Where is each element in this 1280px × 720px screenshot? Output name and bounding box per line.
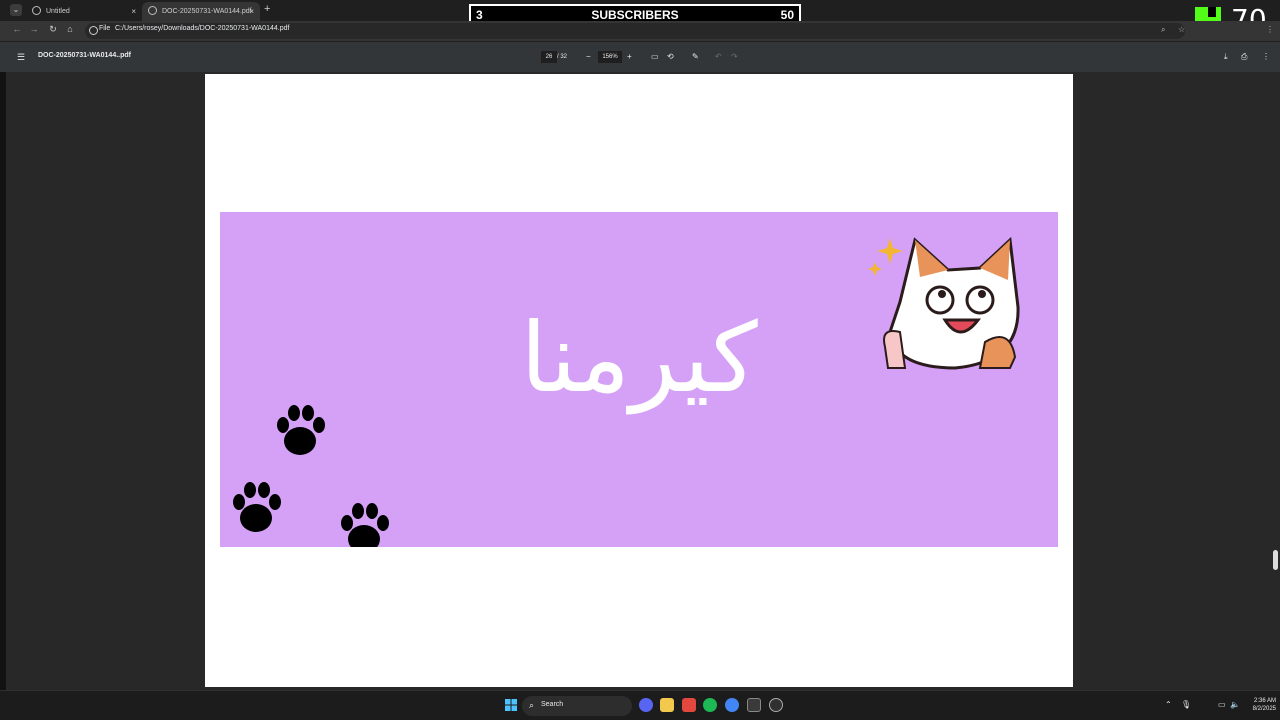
scrollbar-thumb[interactable] (1273, 550, 1278, 570)
chrome-icon[interactable] (725, 698, 739, 712)
redo-icon[interactable]: ↷ (731, 51, 738, 63)
fit-page-icon[interactable]: ▭ (651, 51, 659, 63)
obs-icon[interactable] (769, 698, 783, 712)
paw-print-icon (277, 405, 325, 455)
banner: كيرمنا (220, 212, 1058, 547)
paw-print-icon (341, 503, 389, 547)
menu-icon[interactable]: ☰ (17, 52, 25, 63)
tab-untitled[interactable]: Untitled × (26, 2, 142, 21)
close-icon[interactable]: × (131, 3, 136, 20)
back-icon[interactable]: ← (10, 24, 24, 34)
clock-time: 2:36 AM (1253, 698, 1276, 704)
taskbar-search[interactable]: ⌕ Search (522, 696, 632, 716)
system-clock[interactable]: 2:36 AM 8/2/2025 (1240, 697, 1276, 713)
globe-icon (148, 6, 157, 15)
taskbar: ⌕ Search ⌃ 🎙 ▭ 🔈 2:36 AM 8/2/2025 (0, 690, 1280, 720)
tab-pdf-document[interactable]: DOC-20250731-WA0144.pdf × (142, 2, 260, 21)
forward-icon[interactable]: → (27, 24, 41, 34)
tab-label: Untitled (46, 8, 70, 15)
download-icon[interactable]: ⤓ (1224, 51, 1228, 63)
page-number-input[interactable]: 26 (541, 51, 557, 63)
zoom-input[interactable]: 156% (598, 51, 622, 63)
volume-icon[interactable]: 🔈 (1230, 700, 1240, 709)
rotate-icon[interactable]: ⟲ (667, 51, 674, 63)
reload-icon[interactable]: ↻ (46, 24, 60, 35)
network-icon[interactable]: ▭ (1218, 700, 1226, 709)
cat-sticker-icon (868, 236, 1020, 370)
paw-print-icon (233, 482, 281, 532)
new-tab-button[interactable]: + (264, 3, 270, 15)
pdf-page: كيرمنا (205, 74, 1073, 687)
more-icon[interactable]: ⋮ (1266, 25, 1274, 34)
scheme-label: File (99, 25, 111, 32)
microphone-icon[interactable]: 🎙 (1181, 700, 1191, 709)
search-icon: ⌕ (529, 700, 535, 710)
undo-icon[interactable]: ↶ (715, 51, 722, 63)
subscriber-goal: 50 (780, 8, 794, 22)
browser-toolbar: ← → ↻ ⌂ File C:/Users/rosey/Downloads/DO… (0, 21, 1280, 41)
url-text[interactable]: C:/Users/rosey/Downloads/DOC-20250731-WA… (115, 25, 289, 32)
tab-search-chevron-icon[interactable]: ⌄ (10, 4, 22, 16)
more-icon[interactable]: ⋮ (1262, 51, 1270, 63)
page-total: / 32 (557, 54, 568, 60)
app-icon[interactable] (747, 698, 761, 712)
search-label: Search (541, 701, 564, 708)
spotify-icon[interactable] (703, 698, 717, 712)
star-icon[interactable]: ☆ (1178, 25, 1185, 34)
close-icon[interactable]: × (249, 3, 254, 20)
file-explorer-icon[interactable] (660, 698, 674, 712)
zoom-in-button[interactable]: + (627, 51, 632, 63)
tab-label: DOC-20250731-WA0144.pdf (162, 8, 252, 15)
viewer-left-edge (0, 72, 6, 690)
brave-icon[interactable] (682, 698, 696, 712)
home-icon[interactable]: ⌂ (63, 24, 77, 34)
print-icon[interactable]: ⎙ (1241, 51, 1247, 63)
globe-icon (32, 6, 41, 15)
tray-chevron-icon[interactable]: ⌃ (1165, 700, 1172, 709)
pdf-toolbar: ☰ DOC-20250731-WA0144..pdf 26 / 32 − 156… (0, 42, 1280, 72)
windows-icon[interactable] (505, 699, 517, 711)
clock-date: 8/2/2025 (1252, 706, 1276, 712)
info-icon[interactable] (89, 26, 98, 35)
discord-icon[interactable] (639, 698, 653, 712)
subscriber-label: SUBSCRIBERS (591, 8, 679, 22)
document-title: DOC-20250731-WA0144..pdf (38, 52, 131, 59)
address-bar[interactable]: File C:/Users/rosey/Downloads/DOC-202507… (85, 23, 1185, 39)
zoom-icon[interactable]: ⌕ (1161, 25, 1165, 35)
annotate-icon[interactable]: ✎ (692, 51, 699, 63)
zoom-out-button[interactable]: − (586, 51, 591, 63)
